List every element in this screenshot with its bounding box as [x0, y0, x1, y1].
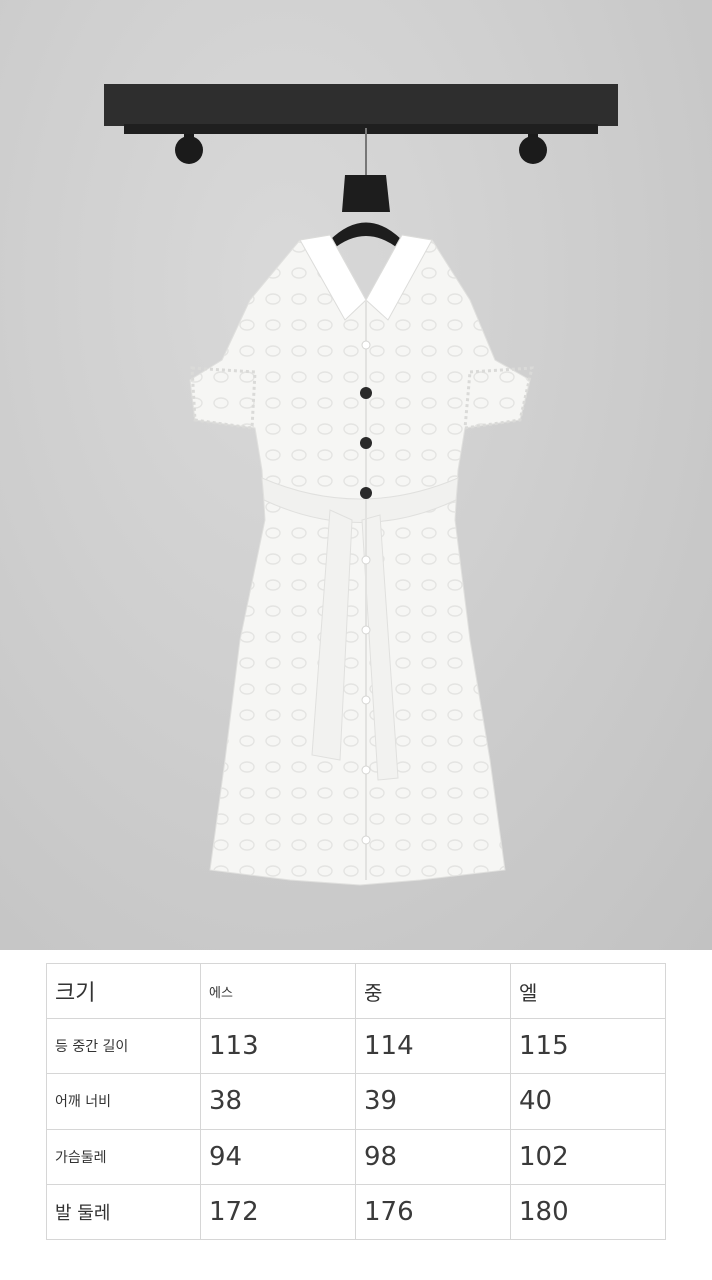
cell-value: 180: [510, 1183, 666, 1241]
header-large: 엘: [510, 962, 666, 1020]
cell-value: 39: [355, 1073, 511, 1130]
cell-value: 40: [510, 1073, 666, 1130]
cell-value: 176: [355, 1183, 511, 1241]
cell-value: 172: [200, 1183, 356, 1241]
table-row: 등 중간 길이 113 114 115: [46, 1018, 666, 1075]
size-chart-table: 크기 에스 중 엘 등 중간 길이 113 114 115 어깨 너비 38 3…: [46, 962, 666, 1241]
header-size: 크기: [46, 962, 201, 1020]
header-medium: 중: [355, 962, 511, 1020]
dress-illustration: [104, 84, 618, 886]
table-row: 어깨 너비 38 39 40: [46, 1073, 666, 1130]
table-row: 발 둘레 172 176 180: [46, 1183, 666, 1241]
cell-value: 38: [200, 1073, 356, 1130]
product-photo: [0, 0, 712, 950]
row-label: 등 중간 길이: [46, 1018, 201, 1075]
hanger: [330, 128, 402, 250]
cell-value: 115: [510, 1018, 666, 1075]
cell-value: 113: [200, 1018, 356, 1075]
cell-value: 114: [355, 1018, 511, 1075]
row-label: 어깨 너비: [46, 1073, 201, 1130]
wall-shelf: [104, 84, 618, 164]
size-chart-header-row: 크기 에스 중 엘: [46, 962, 666, 1020]
cell-value: 94: [200, 1128, 356, 1185]
row-label: 가슴둘레: [46, 1128, 201, 1185]
cell-value: 102: [510, 1128, 666, 1185]
header-small: 에스: [200, 962, 356, 1020]
cell-value: 98: [355, 1128, 511, 1185]
table-row: 가슴둘레 94 98 102: [46, 1128, 666, 1185]
dress: [189, 234, 534, 886]
row-label: 발 둘레: [46, 1183, 201, 1241]
